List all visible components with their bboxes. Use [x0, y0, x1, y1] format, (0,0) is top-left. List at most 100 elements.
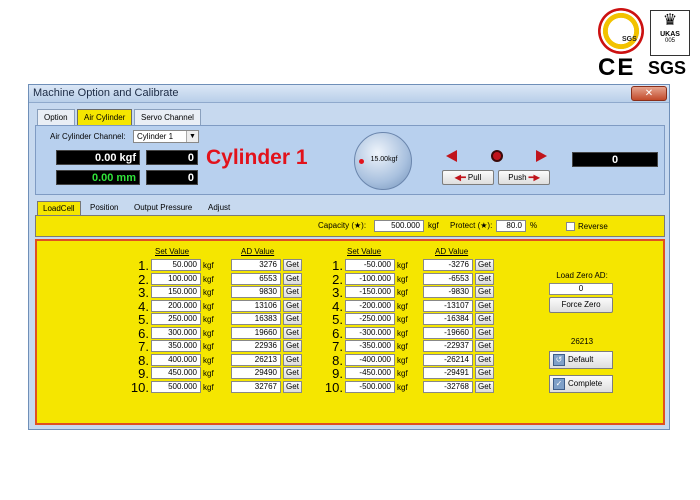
reverse-checkbox[interactable] [566, 222, 575, 231]
protect-input[interactable]: 80.0 [496, 220, 526, 232]
set-value-input-pos[interactable]: 250.000 [151, 313, 201, 325]
get-button-pos[interactable]: Get [283, 286, 302, 298]
complete-button[interactable]: ✓ Complete [549, 375, 613, 393]
unit-label-neg: kgf [397, 301, 408, 311]
protect-unit: % [530, 221, 538, 230]
get-button-neg[interactable]: Get [475, 340, 494, 352]
get-button-pos[interactable]: Get [283, 299, 302, 312]
arrow-right-icon[interactable] [536, 150, 547, 162]
ad-value-input-neg[interactable]: -22937 [423, 340, 473, 352]
ad-value-input-pos[interactable]: 19660 [231, 326, 281, 339]
ad-value-input-pos[interactable]: 32767 [231, 380, 281, 393]
set-value-header-neg: Set Value [347, 247, 382, 256]
ad-value-input-pos[interactable]: 6553 [231, 272, 281, 285]
set-value-input-neg[interactable]: -200.000 [345, 299, 395, 312]
ad-value-input-neg[interactable]: -19660 [423, 326, 473, 339]
force-zero-button[interactable]: Force Zero [549, 297, 613, 313]
capacity-bar: Capacity (★): 500.000 kgf Protect (★): 8… [35, 215, 665, 237]
set-value-input-pos[interactable]: 100.000 [151, 272, 201, 285]
push-button[interactable]: Push ━▶ [498, 170, 550, 185]
set-value-input-neg[interactable]: -400.000 [345, 353, 395, 366]
set-value-input-neg[interactable]: -450.000 [345, 367, 395, 379]
ad-value-input-neg[interactable]: -3276 [423, 259, 473, 271]
ad-value-input-pos[interactable]: 29490 [231, 367, 281, 379]
get-button-neg[interactable]: Get [475, 313, 494, 325]
unit-label-neg: kgf [397, 261, 408, 270]
certification-logos: SGS ♛ UKAS 005 CE SGS [598, 8, 694, 81]
ad-value-input-pos[interactable]: 13106 [231, 299, 281, 312]
ad-value-header-pos: AD Value [241, 247, 275, 256]
title-bar: Machine Option and Calibrate ✕ [29, 85, 669, 103]
set-value-input-pos[interactable]: 300.000 [151, 326, 201, 339]
get-button-pos[interactable]: Get [283, 353, 302, 366]
ad-value-input-neg[interactable]: -6553 [423, 272, 473, 285]
ad-value-input-pos[interactable]: 26213 [231, 353, 281, 366]
get-button-pos[interactable]: Get [283, 326, 302, 339]
channel-select[interactable]: Cylinder 1 ▼ [133, 130, 199, 143]
get-button-neg[interactable]: Get [475, 259, 494, 271]
ad-value-input-neg[interactable]: -26214 [423, 353, 473, 366]
ad-value-input-neg[interactable]: -13107 [423, 299, 473, 312]
crown-icon: ♛ [662, 12, 678, 29]
ad-value-input-neg[interactable]: -16384 [423, 313, 473, 325]
set-value-input-pos[interactable]: 500.000 [151, 380, 201, 393]
arrow-left-icon[interactable] [446, 150, 457, 162]
tab-option[interactable]: Option [37, 109, 75, 125]
capacity-input[interactable]: 500.000 [374, 220, 424, 232]
ad-value-input-neg[interactable]: -9830 [423, 286, 473, 298]
ukas-logo: ♛ UKAS 005 [650, 10, 690, 56]
force-counter: 0 [146, 150, 198, 165]
tab-servo-channel[interactable]: Servo Channel [134, 109, 201, 125]
get-button-pos[interactable]: Get [283, 313, 302, 325]
get-button-pos[interactable]: Get [283, 380, 302, 393]
ad-value-input-pos[interactable]: 9830 [231, 286, 281, 298]
set-value-input-neg[interactable]: -350.000 [345, 340, 395, 352]
ad-value-input-pos[interactable]: 3276 [231, 259, 281, 271]
set-value-input-pos[interactable]: 350.000 [151, 340, 201, 352]
load-zero-input[interactable]: 0 [549, 283, 613, 295]
tab-adjust[interactable]: Adjust [203, 201, 235, 215]
get-button-neg[interactable]: Get [475, 299, 494, 312]
get-button-neg[interactable]: Get [475, 380, 494, 393]
get-button-neg[interactable]: Get [475, 367, 494, 379]
set-value-input-neg[interactable]: -50.000 [345, 259, 395, 271]
set-value-input-pos[interactable]: 200.000 [151, 299, 201, 312]
marks-row: CE SGS [598, 54, 694, 81]
get-button-pos[interactable]: Get [283, 272, 302, 285]
set-value-input-pos[interactable]: 150.000 [151, 286, 201, 298]
default-label: Default [568, 355, 594, 364]
ad-value-input-pos[interactable]: 22936 [231, 340, 281, 352]
chevron-down-icon[interactable]: ▼ [186, 131, 198, 142]
get-button-pos[interactable]: Get [283, 259, 302, 271]
set-value-input-neg[interactable]: -250.000 [345, 313, 395, 325]
ukas-text: UKAS [660, 31, 680, 38]
get-button-neg[interactable]: Get [475, 353, 494, 366]
set-value-input-neg[interactable]: -100.000 [345, 272, 395, 285]
tab-loadcell[interactable]: LoadCell [37, 201, 81, 215]
get-button-neg[interactable]: Get [475, 272, 494, 285]
stop-dot-icon[interactable] [491, 150, 503, 162]
ad-value-input-neg[interactable]: -32768 [423, 380, 473, 393]
set-value-input-pos[interactable]: 50.000 [151, 259, 201, 271]
set-value-input-pos[interactable]: 450.000 [151, 367, 201, 379]
get-button-pos[interactable]: Get [283, 367, 302, 379]
default-button[interactable]: ↺ Default [549, 351, 613, 369]
tab-output-pressure[interactable]: Output Pressure [129, 201, 197, 215]
displacement-display: 0.00 mm [56, 170, 140, 185]
close-button[interactable]: ✕ [631, 86, 667, 101]
pressure-knob[interactable]: 15.00kgf [354, 132, 412, 190]
unit-label-pos: kgf [203, 274, 214, 284]
get-button-pos[interactable]: Get [283, 340, 302, 352]
set-value-header-pos: Set Value [155, 247, 190, 256]
ad-value-input-neg[interactable]: -29491 [423, 367, 473, 379]
set-value-input-neg[interactable]: -150.000 [345, 286, 395, 298]
set-value-input-pos[interactable]: 400.000 [151, 353, 201, 366]
set-value-input-neg[interactable]: -300.000 [345, 326, 395, 339]
set-value-input-neg[interactable]: -500.000 [345, 380, 395, 393]
tab-air-cylinder[interactable]: Air Cylinder [77, 109, 133, 125]
pull-button[interactable]: ◀━ Pull [442, 170, 494, 185]
get-button-neg[interactable]: Get [475, 326, 494, 339]
ad-value-input-pos[interactable]: 16383 [231, 313, 281, 325]
tab-position[interactable]: Position [85, 201, 123, 215]
get-button-neg[interactable]: Get [475, 286, 494, 298]
